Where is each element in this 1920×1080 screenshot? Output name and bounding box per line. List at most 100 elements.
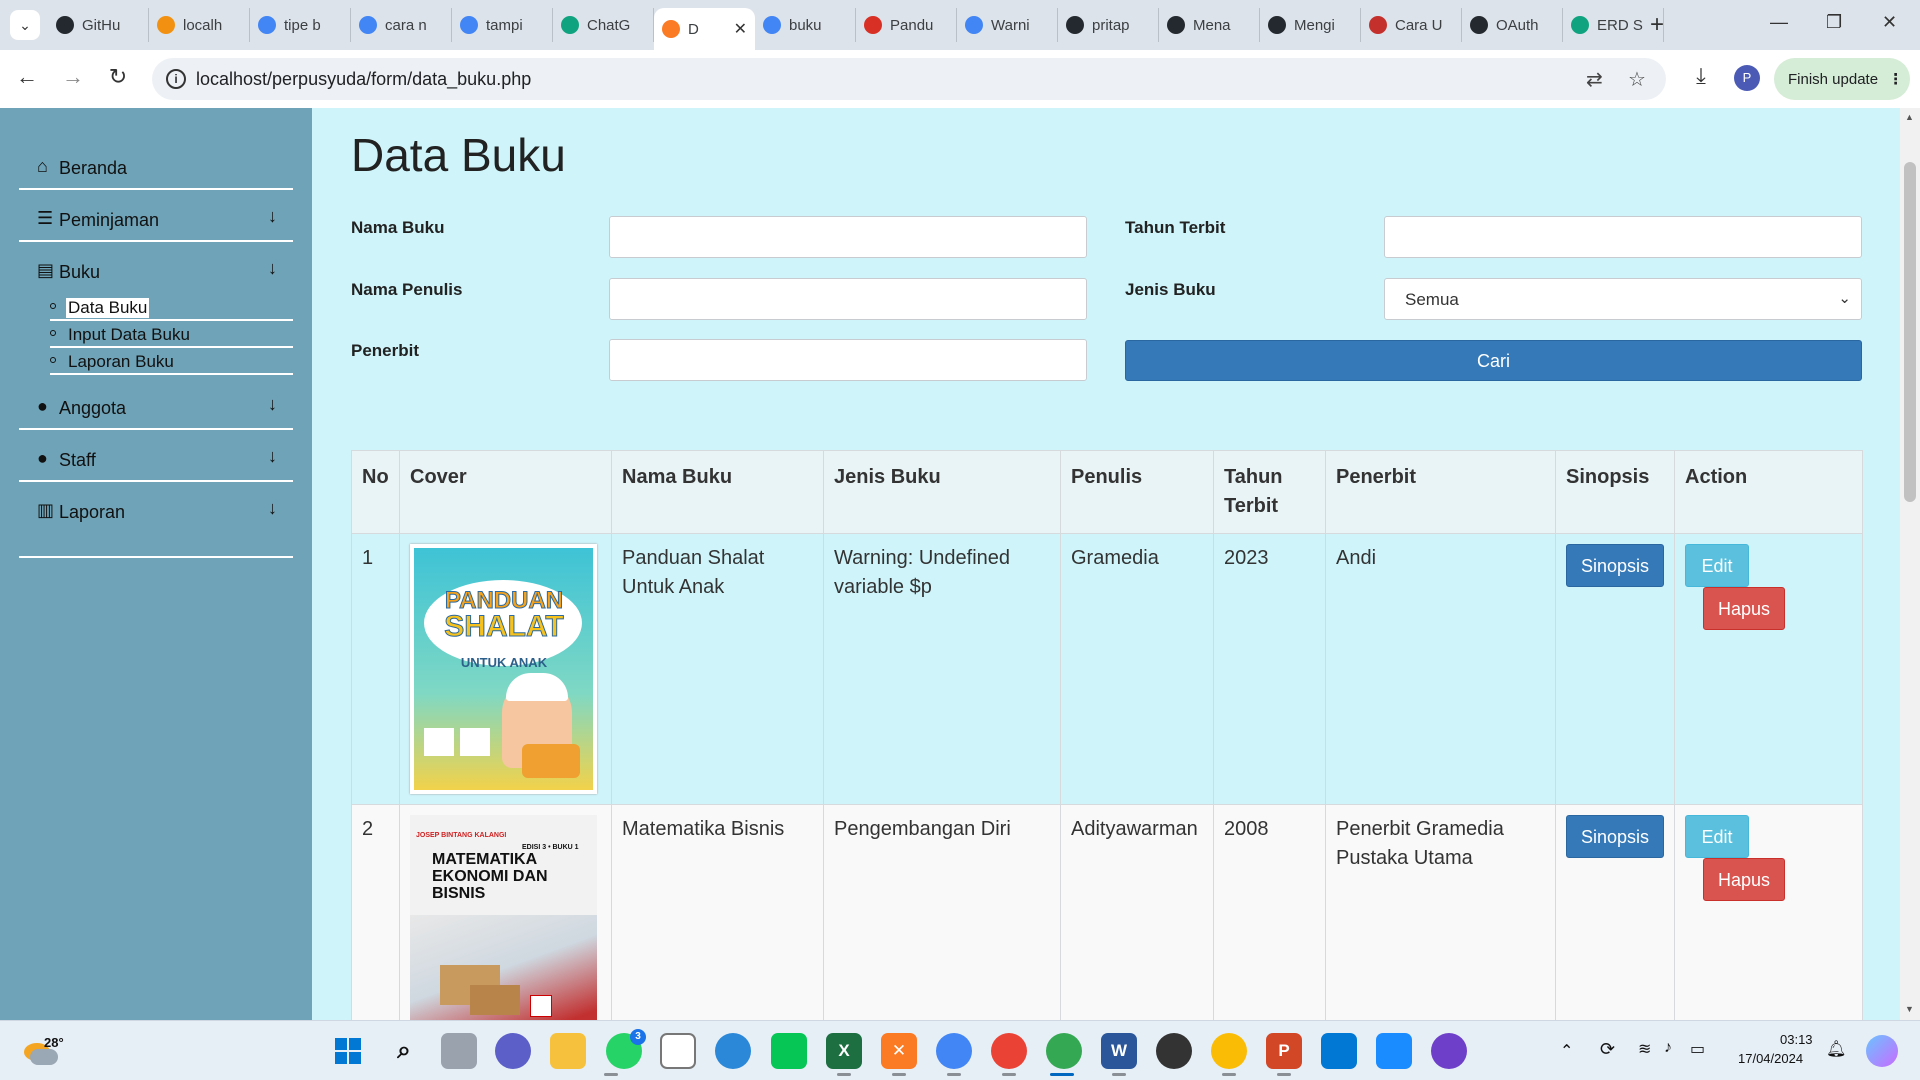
sidebar-item-beranda[interactable]: ⌂ Beranda [19, 138, 293, 190]
close-window-icon[interactable]: ✕ [1882, 12, 1897, 33]
chrome-profile-icon[interactable] [1211, 1033, 1247, 1069]
clock-date[interactable]: 17/04/2024 [1738, 1051, 1803, 1066]
clock-time[interactable]: 03:13 [1780, 1032, 1813, 1047]
weather-widget[interactable]: 28° [24, 1035, 64, 1065]
browser-tab[interactable]: localh [149, 8, 250, 42]
chrome-icon[interactable] [936, 1033, 972, 1069]
download-icon[interactable]: ⤓ [1686, 63, 1716, 89]
translate-icon[interactable]: ⇄ [1586, 67, 1603, 92]
google-icon [965, 16, 983, 34]
url-text[interactable]: localhost/perpusyuda/form/data_buku.php [196, 69, 531, 90]
teams-chat-icon[interactable] [495, 1033, 531, 1069]
browser-tab[interactable]: Cara U [1361, 8, 1462, 42]
page-viewport: ⌂ Beranda ☰ Peminjaman ↓ ▤ Buku ↓ Data B… [0, 108, 1920, 1020]
browser-tab[interactable]: GitHu [48, 8, 149, 42]
copilot-icon[interactable] [1866, 1035, 1898, 1067]
word-icon[interactable]: W [1101, 1033, 1137, 1069]
sidebar-item-anggota[interactable]: ● Anggota ↓ [19, 378, 293, 430]
notification-bell-icon[interactable]: 🔔︎ [1826, 1039, 1846, 1059]
cell-cover: JOSEP BINTANG KALANGI EDISI 3 • BUKU 1 M… [399, 804, 612, 1020]
submenu-item-data-buku[interactable]: Data Buku [50, 294, 293, 321]
profile-avatar[interactable]: P [1734, 65, 1760, 91]
photos-icon[interactable] [1376, 1033, 1412, 1069]
browser-tab[interactable]: pritap [1058, 8, 1159, 42]
new-tab-button[interactable]: + [1650, 12, 1664, 38]
chevron-up-icon[interactable]: ⌃ [1560, 1041, 1573, 1061]
line-icon[interactable] [771, 1033, 807, 1069]
windows-start-icon[interactable] [330, 1033, 366, 1069]
browser-tab[interactable]: cara n [351, 8, 452, 42]
bookmark-star-icon[interactable]: ☆ [1628, 67, 1646, 92]
cell-penulis: Adityawarman [1060, 804, 1214, 1020]
cari-button[interactable]: Cari [1125, 340, 1862, 381]
restore-icon[interactable]: ❐ [1826, 12, 1842, 33]
edit-button[interactable]: Edit [1685, 815, 1749, 858]
chrome-profile-s-icon[interactable] [991, 1033, 1027, 1069]
vertical-scrollbar[interactable]: ▲ ▼ [1900, 108, 1920, 1020]
obs-icon[interactable] [1156, 1033, 1192, 1069]
chrome-profile-p-icon[interactable] [1046, 1033, 1082, 1069]
sinopsis-button[interactable]: Sinopsis [1566, 544, 1664, 587]
finish-update-button[interactable]: Finish update ⋮ [1774, 58, 1910, 100]
vscode-icon[interactable] [1321, 1033, 1357, 1069]
running-indicator [1112, 1073, 1126, 1076]
sync-icon[interactable]: ⟳ [1600, 1039, 1615, 1060]
sidebar-item-buku[interactable]: ▤ Buku ↓ [19, 242, 293, 286]
wifi-icon[interactable]: ≋ [1638, 1039, 1651, 1059]
browser-tab[interactable]: Pandu [856, 8, 957, 42]
browser-tab[interactable]: ChatG [553, 8, 654, 42]
hapus-button[interactable]: Hapus [1703, 587, 1785, 630]
browser-tab[interactable]: OAuth [1462, 8, 1563, 42]
powerpoint-icon[interactable]: P [1266, 1033, 1302, 1069]
bullet-icon [50, 357, 56, 363]
buku-submenu: Data Buku Input Data Buku Laporan Buku [50, 294, 293, 375]
browser-tab[interactable]: ERD S [1563, 8, 1664, 42]
scroll-up-icon[interactable]: ▲ [1905, 112, 1914, 122]
nama-buku-input[interactable] [609, 216, 1087, 258]
search-icon[interactable]: ⌕ [386, 1033, 422, 1069]
back-icon[interactable]: ← [12, 64, 42, 90]
browser-tab[interactable]: Mena [1159, 8, 1260, 42]
submenu-item-input-data-buku[interactable]: Input Data Buku [50, 321, 293, 348]
submenu-item-laporan-buku[interactable]: Laporan Buku [50, 348, 293, 375]
jenis-buku-select[interactable]: Semua ⌄ [1384, 278, 1862, 320]
browser-tab[interactable]: D ✕ [654, 8, 755, 50]
github-desktop-icon[interactable] [1431, 1033, 1467, 1069]
tahun-terbit-input[interactable] [1384, 216, 1862, 258]
cell-jenis-buku: Warning: Undefined variable $p [823, 533, 1061, 805]
microsoft-store-icon[interactable] [660, 1033, 696, 1069]
hapus-button[interactable]: Hapus [1703, 858, 1785, 901]
google-icon [763, 16, 781, 34]
sidebar-item-staff[interactable]: ● Staff ↓ [19, 430, 293, 482]
browser-tab[interactable]: buku [755, 8, 856, 42]
edge-icon[interactable] [715, 1033, 751, 1069]
close-tab-icon[interactable]: ✕ [734, 19, 747, 39]
sidebar-item-laporan[interactable]: ▥ Laporan ↓ [19, 482, 293, 534]
battery-icon[interactable]: ▭ [1690, 1039, 1705, 1059]
browser-tab[interactable]: Warni [957, 8, 1058, 42]
edit-button[interactable]: Edit [1685, 544, 1749, 587]
scroll-thumb[interactable] [1904, 162, 1916, 502]
forward-icon[interactable]: → [58, 64, 88, 90]
minimize-icon[interactable]: — [1770, 12, 1788, 33]
browser-tab[interactable]: tipe b [250, 8, 351, 42]
excel-icon[interactable]: X [826, 1033, 862, 1069]
reload-icon[interactable]: ↻ [103, 64, 133, 90]
file-explorer-icon[interactable] [550, 1033, 586, 1069]
xampp-icon[interactable]: ✕ [881, 1033, 917, 1069]
whatsapp-icon[interactable]: 3 [606, 1029, 646, 1069]
scroll-down-icon[interactable]: ▼ [1905, 1004, 1914, 1014]
volume-icon[interactable]: ♪ [1664, 1039, 1672, 1057]
col-header-cover: Cover [399, 450, 612, 534]
tab-title: Warni [991, 16, 1030, 34]
task-view-icon[interactable] [441, 1033, 477, 1069]
sidebar-item-peminjaman[interactable]: ☰ Peminjaman ↓ [19, 190, 293, 242]
browser-tab[interactable]: Mengi [1260, 8, 1361, 42]
sinopsis-button[interactable]: Sinopsis [1566, 815, 1664, 858]
penerbit-input[interactable] [609, 339, 1087, 381]
site-info-icon[interactable]: i [166, 69, 186, 89]
address-bar[interactable]: i localhost/perpusyuda/form/data_buku.ph… [152, 58, 1666, 100]
browser-tab[interactable]: tampi [452, 8, 553, 42]
nama-penulis-input[interactable] [609, 278, 1087, 320]
tab-search-button[interactable]: ⌄ [10, 10, 40, 40]
